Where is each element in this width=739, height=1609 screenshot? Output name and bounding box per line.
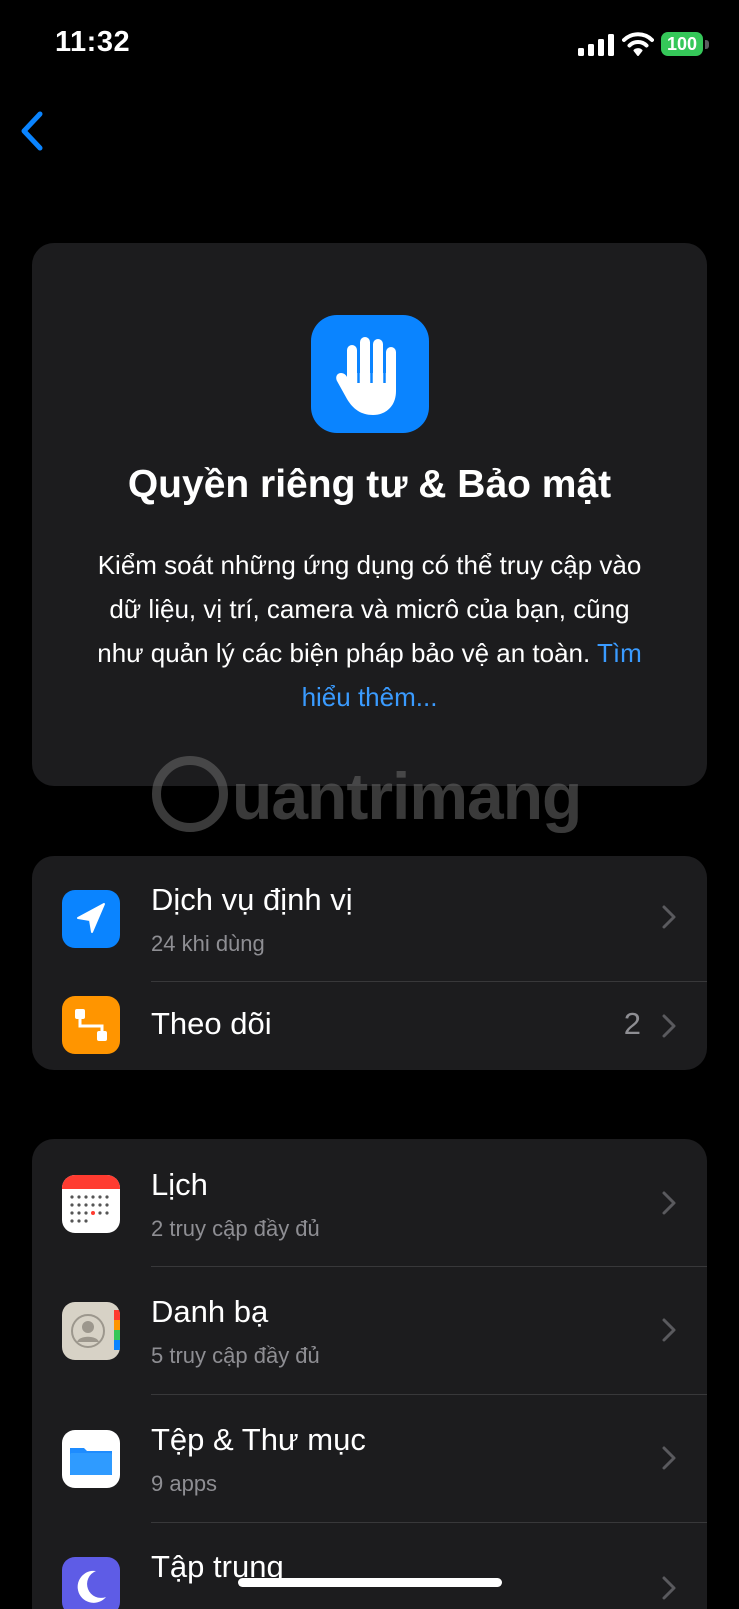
hand-raised-icon <box>311 315 429 433</box>
chevron-right-icon <box>662 1446 676 1470</box>
chevron-right-icon <box>662 1014 676 1038</box>
row-calendar[interactable]: Lịch 2 truy cập đầy đủ <box>32 1139 707 1266</box>
page-title: Quyền riêng tư & Bảo mật <box>127 463 612 506</box>
contacts-icon <box>62 1302 120 1360</box>
row-subtitle: 9 apps <box>151 1471 218 1496</box>
tracking-icon <box>62 996 120 1054</box>
description-text: Kiểm soát những ứng dụng có thể truy cập… <box>97 550 642 668</box>
chevron-left-icon <box>21 111 43 151</box>
row-focus[interactable]: Tập trung <box>32 1523 707 1609</box>
row-title: Tệp & Thư mục <box>151 1422 366 1457</box>
battery-tip <box>705 40 709 49</box>
page-description: Kiểm soát những ứng dụng có thể truy cập… <box>92 543 647 719</box>
location-arrow-icon <box>62 890 120 948</box>
watermark-logo: uantrimang <box>150 752 600 852</box>
back-button[interactable] <box>12 104 56 158</box>
row-title: Lịch <box>151 1167 208 1202</box>
row-location-services[interactable]: Dịch vụ định vị 24 khi dùng <box>32 856 707 981</box>
privacy-header-card: Quyền riêng tư & Bảo mật Kiểm soát những… <box>32 243 707 786</box>
row-title: Danh bạ <box>151 1294 269 1329</box>
row-subtitle: 5 truy cập đầy đủ <box>151 1343 320 1368</box>
battery-level: 100 <box>661 32 703 56</box>
location-tracking-group: Dịch vụ định vị 24 khi dùng Theo dõi 2 <box>32 856 707 1070</box>
status-bar: 11:32 100 <box>0 0 739 96</box>
row-subtitle: 24 khi dùng <box>151 931 265 956</box>
files-folder-icon <box>62 1430 120 1488</box>
chevron-right-icon <box>662 1191 676 1215</box>
cellular-signal-icon <box>578 34 614 56</box>
chevron-right-icon <box>662 905 676 929</box>
row-files-folders[interactable]: Tệp & Thư mục 9 apps <box>32 1395 707 1522</box>
calendar-icon <box>62 1175 120 1233</box>
row-contacts[interactable]: Danh bạ 5 truy cập đầy đủ <box>32 1267 707 1394</box>
row-title: Theo dõi <box>151 1006 272 1041</box>
chevron-right-icon <box>662 1576 676 1600</box>
app-permissions-group: Lịch 2 truy cập đầy đủ Danh bạ 5 truy cậ… <box>32 1139 707 1609</box>
moon-icon <box>62 1557 120 1609</box>
tracking-count: 2 <box>623 1006 641 1041</box>
status-time: 11:32 <box>55 26 131 58</box>
row-title: Dịch vụ định vị <box>151 882 353 917</box>
home-indicator[interactable] <box>238 1578 502 1587</box>
row-subtitle: 2 truy cập đầy đủ <box>151 1216 320 1241</box>
wifi-icon <box>622 32 654 56</box>
chevron-right-icon <box>662 1318 676 1342</box>
lightbulb-icon <box>152 756 228 832</box>
row-tracking[interactable]: Theo dõi 2 <box>32 982 707 1070</box>
watermark-text: uantrimang <box>232 759 582 833</box>
battery-icon: 100 <box>661 32 709 56</box>
